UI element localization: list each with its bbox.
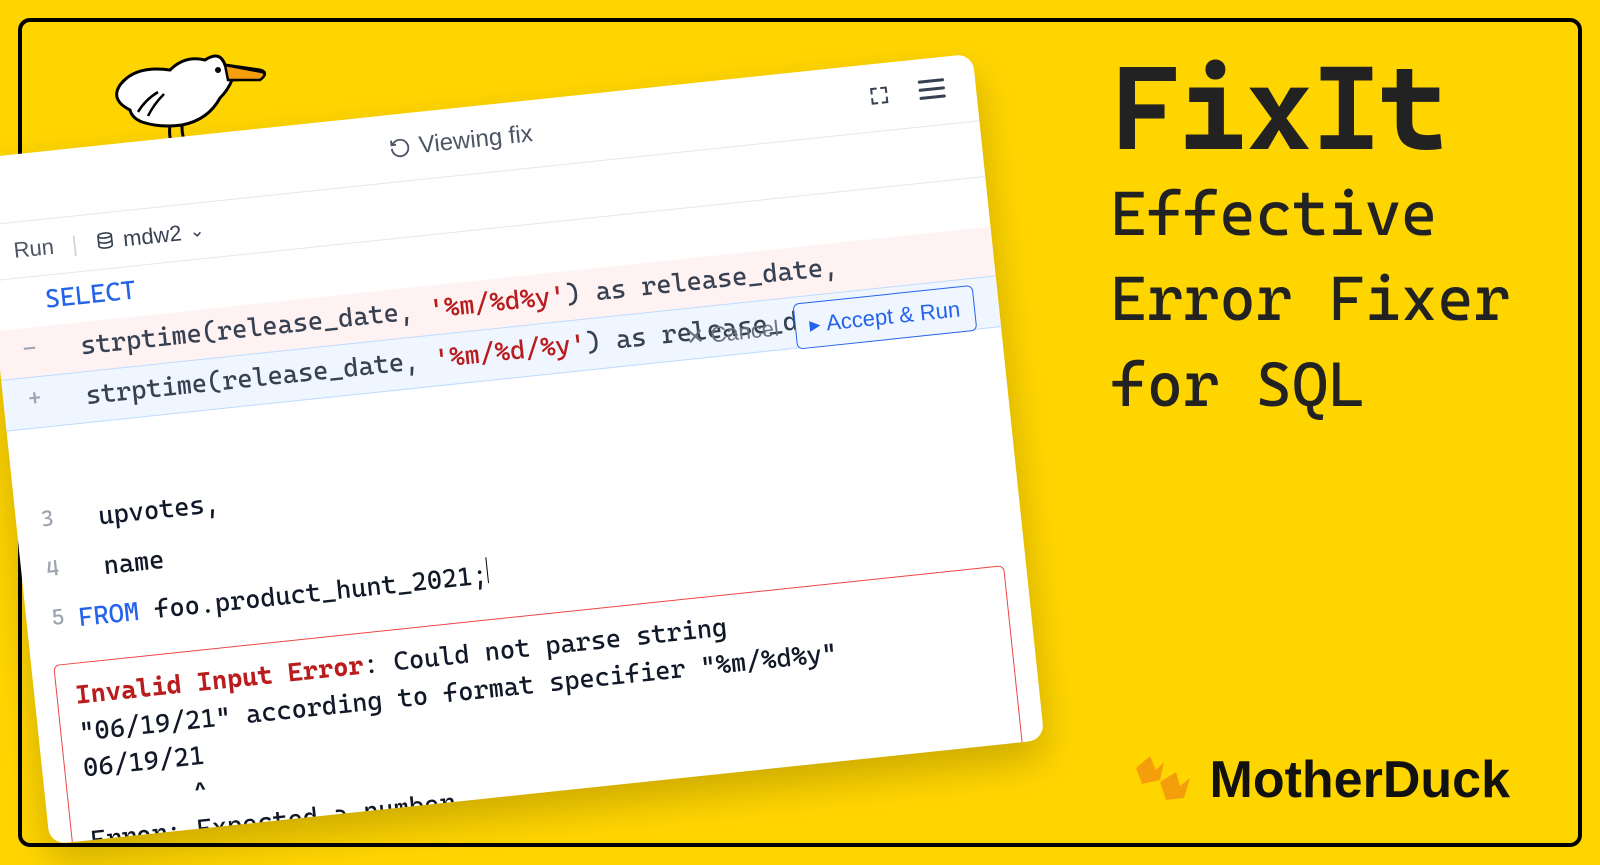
brand-name: MotherDuck	[1210, 750, 1510, 810]
expand-icon[interactable]	[867, 83, 892, 111]
duck-feet-icon	[1122, 750, 1200, 810]
database-selector[interactable]: mdw2 ⌄	[94, 217, 206, 254]
undo-icon	[388, 135, 412, 159]
line-number: 4	[19, 545, 76, 600]
line-number: 3	[14, 496, 71, 551]
run-button[interactable]: Run	[12, 233, 55, 263]
editor-card: Viewing fix Run | mdw2 ⌄ SELECT	[0, 54, 1044, 845]
viewing-fix-label: Viewing fix	[417, 120, 534, 160]
viewing-fix-button[interactable]: Viewing fix	[388, 120, 534, 163]
hero-title: FixIt	[1110, 50, 1510, 168]
play-icon: ▶	[809, 314, 822, 335]
brand-logo: MotherDuck	[1122, 750, 1510, 810]
cancel-button[interactable]: ✕ Cancel	[685, 313, 781, 354]
hero-sub-3: for SQL	[1110, 345, 1510, 424]
code-editor[interactable]: SELECT strptime(release_date, '%m/%d%y')…	[0, 177, 1044, 844]
database-name: mdw2	[122, 220, 183, 252]
menu-icon[interactable]	[916, 73, 948, 111]
hero-sub-1: Effective	[1110, 174, 1510, 253]
database-icon	[94, 230, 116, 252]
chevron-down-icon: ⌄	[188, 220, 205, 242]
line-gutter	[1, 376, 58, 431]
line-number: 5	[24, 595, 81, 650]
error-icon: !	[0, 686, 12, 712]
line-gutter	[0, 325, 53, 380]
hero-text: FixIt Effective Error Fixer for SQL	[1110, 50, 1510, 424]
hero-sub-2: Error Fixer	[1110, 259, 1510, 338]
line-gutter	[0, 276, 48, 331]
